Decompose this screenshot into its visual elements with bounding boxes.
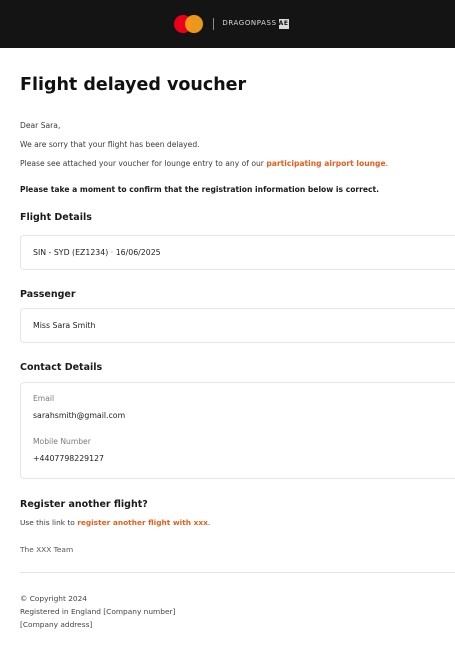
page-title: Flight delayed voucher — [20, 75, 247, 95]
contact-details-card: Email sarahsmith@gmail.com Mobile Number… — [20, 382, 455, 479]
mobile-value: +4407798229127 — [33, 454, 105, 463]
flight-details-card: SIN - SYD (EZ1234) · 16/06/2025 — [20, 235, 455, 270]
contact-details-heading: Contact Details — [20, 362, 103, 373]
register-another-text: Use this link to register another flight… — [20, 518, 211, 527]
logo-divider — [213, 18, 215, 30]
email-header-bar: DRAGONPASS AE — [0, 0, 455, 48]
register-another-link[interactable]: register another flight with xxx — [77, 518, 208, 527]
flight-route-date: SIN - SYD (EZ1234) · 16/06/2025 — [33, 248, 161, 257]
email-label: Email — [33, 394, 55, 403]
separator-dot: · — [110, 248, 114, 257]
copyright-text: © Copyright 2024 — [20, 594, 88, 603]
passenger-name: Miss Sara Smith — [33, 321, 96, 330]
passenger-card: Miss Sara Smith — [20, 308, 455, 343]
delay-apology-text: We are sorry that your flight has been d… — [20, 140, 200, 149]
flight-route: SIN - SYD (EZ1234) — [33, 248, 109, 257]
participating-lounge-link[interactable]: participating airport lounge — [266, 159, 385, 168]
flight-date: 16/06/2025 — [115, 248, 161, 257]
registration-text: Registered in England [Company number] — [20, 607, 176, 616]
company-address-text: [Company address] — [20, 620, 93, 629]
footer-divider — [20, 572, 455, 573]
mobile-label: Mobile Number — [33, 437, 91, 446]
greeting-text: Dear Sara, — [20, 121, 61, 130]
voucher-text: Please see attached your voucher for lou… — [20, 159, 389, 168]
signoff-text: The XXX Team — [20, 545, 74, 554]
dragonpass-logo: DRAGONPASS AE — [222, 19, 289, 29]
email-value: sarahsmith@gmail.com — [33, 411, 126, 420]
register-another-heading: Register another flight? — [20, 499, 148, 510]
passenger-heading: Passenger — [20, 289, 76, 300]
mastercard-logo — [174, 15, 204, 33]
confirm-instructions: Please take a moment to confirm that the… — [20, 185, 380, 194]
flight-details-heading: Flight Details — [20, 212, 92, 223]
